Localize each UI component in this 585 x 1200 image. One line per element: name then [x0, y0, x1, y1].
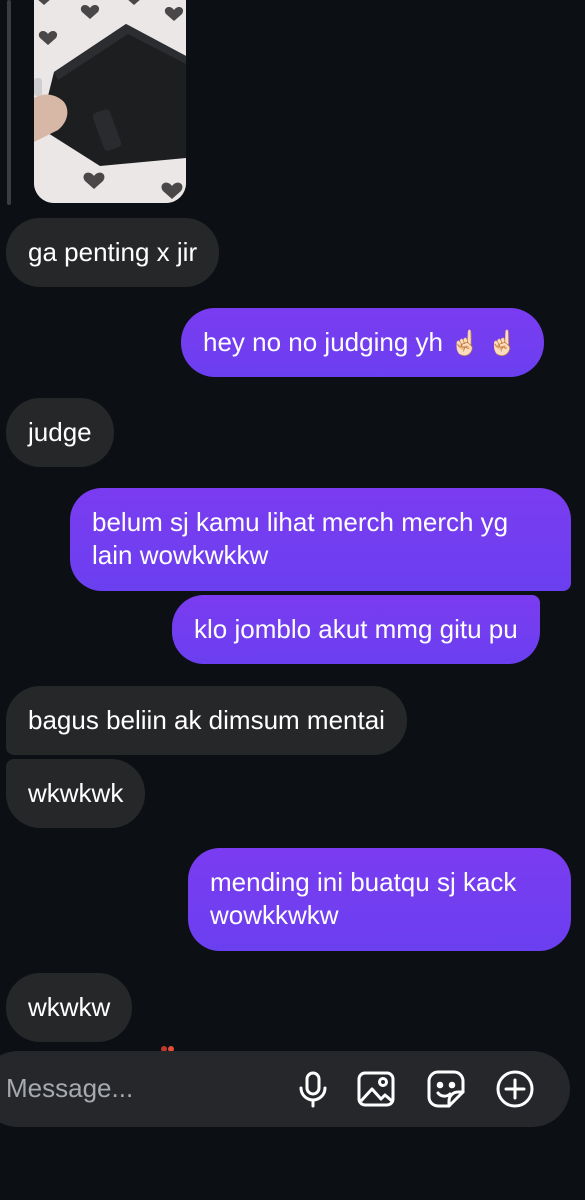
- message-text: judge: [28, 417, 92, 447]
- message-composer: [0, 1051, 570, 1127]
- message-input[interactable]: [6, 1071, 276, 1105]
- plus-circle-icon[interactable]: [495, 1069, 535, 1109]
- message-text: bagus beliin ak dimsum mentai: [28, 705, 385, 735]
- message-text: wkwkwk: [28, 778, 124, 808]
- message-sent[interactable]: klo jomblo akut mmg gitu pu: [172, 595, 540, 664]
- message-sent[interactable]: mending ini buatqu sj kack wowkkwkw: [188, 848, 571, 951]
- photo-wallet-image: [34, 0, 186, 203]
- sticker-icon[interactable]: [426, 1069, 466, 1109]
- message-received[interactable]: ga penting x jir: [6, 218, 220, 287]
- pointing-up-emoji: ☝🏻 ☝🏻: [450, 329, 518, 357]
- shared-photo[interactable]: [34, 0, 186, 203]
- message-text-line: mending ini buatqu sj kack: [210, 867, 517, 897]
- message-sent[interactable]: hey no no judging yh ☝🏻 ☝🏻: [181, 308, 544, 377]
- reply-thread-line: [7, 0, 11, 205]
- message-text: wkwkw: [28, 992, 111, 1022]
- message-text-line: wowkkwkw: [210, 900, 339, 930]
- message-received[interactable]: wkwkwk: [6, 759, 146, 828]
- image-icon[interactable]: [356, 1069, 396, 1109]
- message-text: klo jomblo akut mmg gitu pu: [194, 614, 518, 644]
- message-text: hey no no judging yh: [203, 327, 443, 357]
- message-text-line: belum sj kamu lihat merch merch yg: [92, 507, 509, 537]
- message-received[interactable]: judge: [6, 398, 114, 467]
- message-received[interactable]: wkwkw: [6, 973, 133, 1042]
- message-received[interactable]: bagus beliin ak dimsum mentai: [6, 686, 407, 755]
- microphone-icon[interactable]: [293, 1069, 333, 1109]
- message-sent[interactable]: belum sj kamu lihat merch merch yg lain …: [70, 488, 571, 591]
- message-text: ga penting x jir: [28, 237, 198, 267]
- message-text-line: lain wowkwkkw: [92, 540, 269, 570]
